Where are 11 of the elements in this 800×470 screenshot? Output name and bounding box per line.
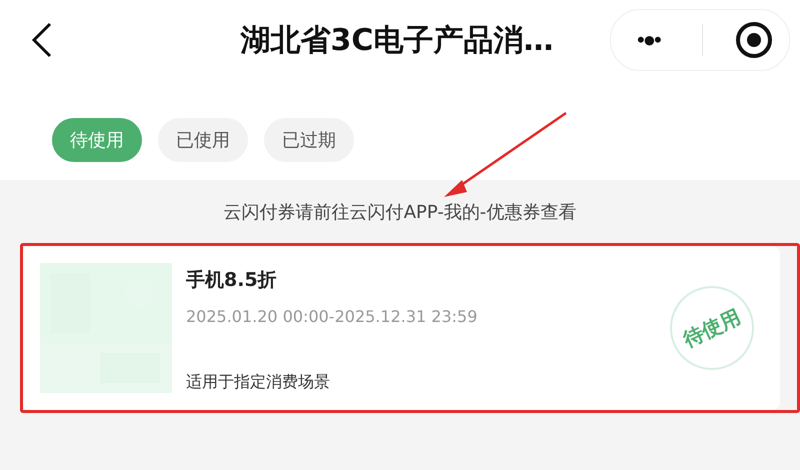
usage-scope: 适用于指定消费场景 — [186, 372, 331, 393]
stamp-text: 待使用 — [679, 303, 745, 353]
back-icon[interactable] — [30, 22, 54, 58]
notice-text: 云闪付券请前往云闪付APP-我的-优惠券查看 — [222, 201, 578, 225]
target-icon[interactable] — [734, 21, 773, 59]
coupon-title: 手机8.5折 — [186, 268, 278, 293]
more-button[interactable]: •●• — [627, 27, 670, 53]
page-title: 湖北省3C电子产品消… — [239, 22, 554, 60]
validity-period: 2025.01.20 00:00-2025.12.31 23:59 — [186, 307, 478, 326]
filter-tab[interactable]: 已使用 — [158, 118, 248, 162]
filter-tab[interactable]: 已过期 — [264, 118, 354, 162]
